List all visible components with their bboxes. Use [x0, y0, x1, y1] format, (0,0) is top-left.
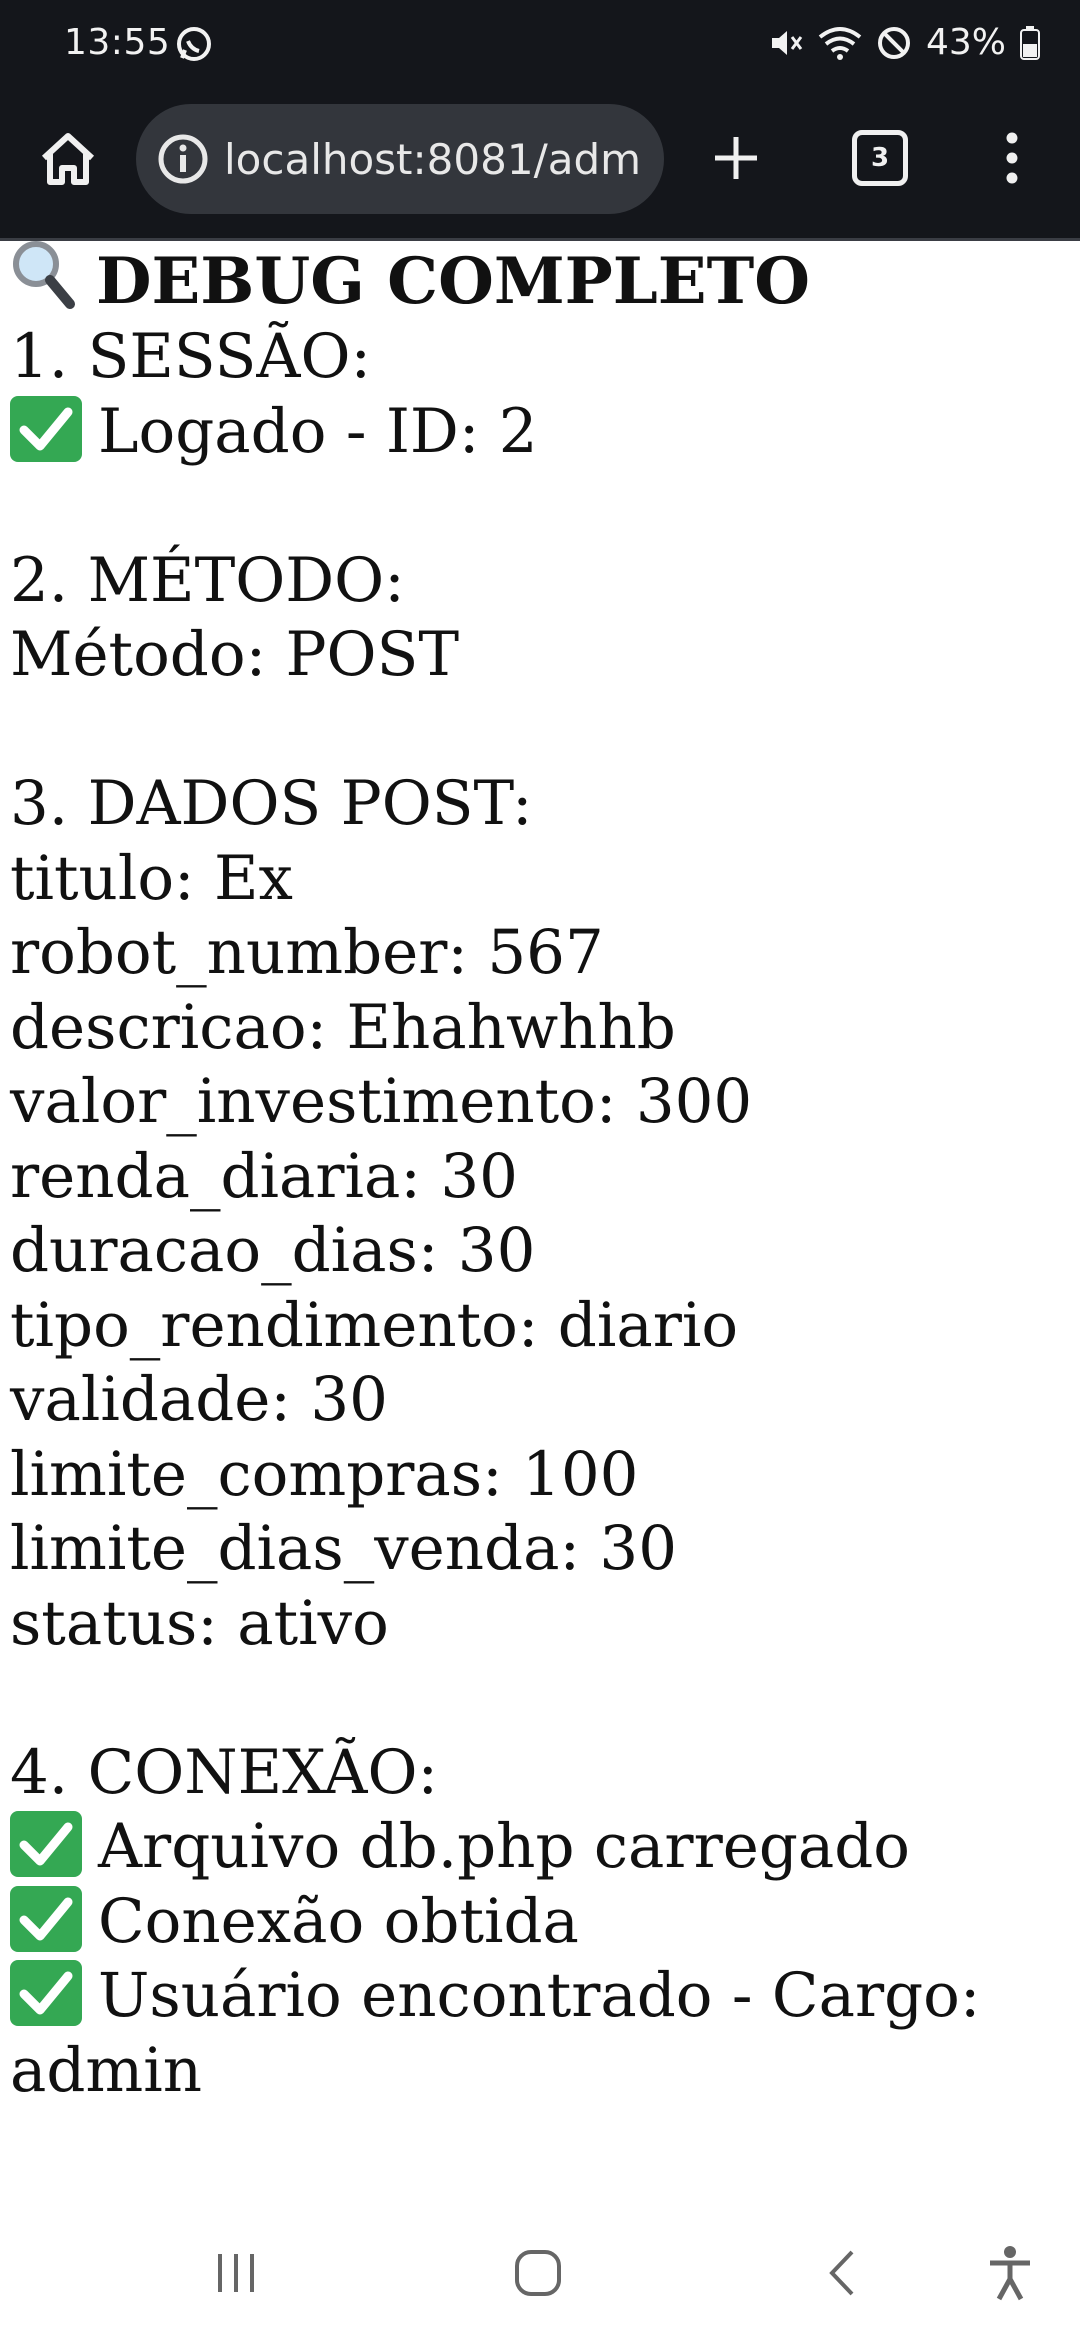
battery-percent: 43%	[925, 22, 1006, 63]
connection-item: Arquivo db.php carregado	[10, 1810, 1070, 1885]
recent-apps-button[interactable]	[196, 2238, 276, 2308]
page-title-text: DEBUG COMPLETO	[96, 243, 810, 319]
plus-icon	[715, 137, 757, 179]
post-field: renda_diaria: 30	[10, 1140, 518, 1212]
method-value: Método: POST	[10, 619, 460, 690]
session-status: Logado - ID: 2	[10, 395, 1070, 470]
post-field: tipo_rendimento: diario	[10, 1289, 739, 1361]
section-heading: 4. CONEXÃO:	[10, 1736, 439, 1808]
back-icon	[829, 2250, 854, 2296]
wifi-icon	[818, 25, 862, 61]
tab-switcher-button[interactable]: 3	[844, 122, 916, 194]
check-mark-icon	[10, 1885, 82, 1952]
post-field: validade: 30	[10, 1364, 388, 1435]
post-field: descricao: Ehahwhhb	[10, 991, 676, 1063]
post-field: duracao_dias: 30	[10, 1215, 536, 1286]
debug-content: DEBUG COMPLETO 1. SESSÃO: Logado - ID: 2…	[10, 240, 1070, 2108]
do-not-disturb-icon	[876, 25, 912, 61]
url-text[interactable]: localhost:8081/adm	[224, 135, 656, 184]
home-nav-icon	[515, 2250, 561, 2296]
post-field: limite_compras: 100	[10, 1438, 639, 1510]
check-mark-icon	[10, 1811, 82, 1877]
connection-item-text: Conexão obtida	[98, 1885, 579, 1957]
post-field: valor_investimento: 300	[10, 1066, 753, 1137]
post-field: robot_number: 567	[10, 917, 604, 988]
post-field: limite_dias_venda: 30	[10, 1513, 678, 1584]
connection-item: Usuário encontrado - Cargo:	[10, 1959, 1070, 2034]
connection-item-continuation: admin	[10, 2034, 203, 2106]
post-field: status: ativo	[10, 1587, 389, 1659]
connection-item-text: Arquivo db.php carregado	[98, 1811, 911, 1882]
magnifier-icon	[10, 238, 76, 327]
check-mark-icon	[10, 395, 82, 462]
accessibility-icon	[990, 2246, 1030, 2301]
status-icons: 43%	[768, 22, 1040, 63]
tabs-icon: 3	[852, 130, 908, 186]
session-status-text: Logado - ID: 2	[98, 395, 538, 467]
more-vert-icon	[1006, 132, 1018, 184]
check-mark-icon	[10, 1960, 82, 2026]
info-icon[interactable]	[156, 132, 210, 186]
home-icon	[41, 133, 95, 185]
tab-count: 3	[870, 143, 890, 173]
connection-item: Conexão obtida	[10, 1885, 1070, 1960]
system-nav-bar	[0, 2200, 1080, 2340]
section-heading: 2. MÉTODO:	[10, 544, 405, 616]
browser-toolbar: localhost:8081/adm 3	[0, 92, 1080, 241]
page-title: DEBUG COMPLETO	[10, 240, 1070, 320]
battery-icon	[1020, 25, 1040, 60]
home-nav-button[interactable]	[498, 2238, 578, 2308]
home-button[interactable]	[32, 124, 104, 196]
mute-icon	[768, 25, 804, 61]
more-menu-button[interactable]	[982, 122, 1042, 194]
accessibility-button[interactable]	[970, 2238, 1050, 2308]
status-time: 13:55	[64, 22, 171, 63]
back-button[interactable]	[802, 2238, 882, 2308]
address-bar[interactable]: localhost:8081/adm	[136, 104, 664, 214]
section-heading: 1. SESSÃO:	[10, 321, 372, 392]
new-tab-button[interactable]	[700, 122, 772, 194]
post-field: titulo: Ex	[10, 842, 293, 914]
recent-apps-icon	[218, 2254, 254, 2292]
section-heading: 3. DADOS POST:	[10, 768, 533, 839]
status-bar: 13:55 43%	[0, 0, 1080, 92]
connection-item-text: Usuário encontrado - Cargo:	[98, 1960, 981, 2031]
whatsapp-notification-icon	[174, 24, 214, 73]
